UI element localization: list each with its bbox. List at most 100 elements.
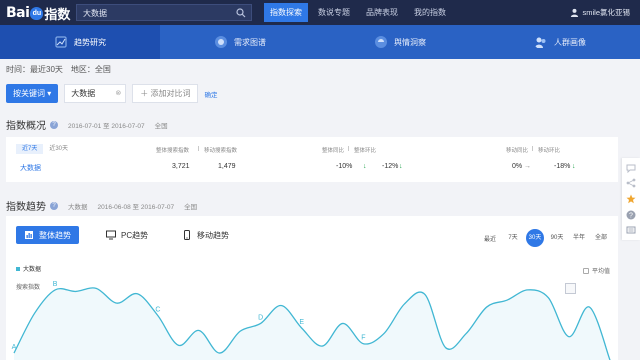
range-recent: 最近 <box>483 236 496 243</box>
point-label-F: F <box>361 335 365 342</box>
series-area <box>14 287 610 360</box>
tab-demand-graph[interactable]: 需求图谱 <box>160 25 320 59</box>
by-keyword-button[interactable]: 按关键词 ▾ <box>6 84 59 103</box>
overall-index-value: 3,721 <box>172 163 190 170</box>
user-name: smile氯化亚锡 <box>582 8 630 17</box>
tab-label: 需求图谱 <box>234 37 266 47</box>
demand-graph-icon <box>215 36 227 48</box>
tab-trend-research[interactable]: 趋势研究 <box>0 25 160 59</box>
logo-index: 指数 <box>44 6 71 22</box>
point-label-E: E <box>299 319 304 326</box>
overview-title: 指数概况 <box>6 121 46 132</box>
chat-icon[interactable] <box>626 163 636 173</box>
checkbox[interactable] <box>582 267 589 274</box>
average-label: 平均值 <box>591 269 610 275</box>
range-selector: 最近 7天 30天 90天 半年 全部 <box>484 229 610 247</box>
keyword-row: 按关键词 ▾ 大数据 ⊗ ＋ 添加对比词 确定 <box>6 84 217 103</box>
logo-paw: du <box>30 6 44 20</box>
module-tabs: 趋势研究 需求图谱 舆情洞察 人群画像 <box>0 25 640 59</box>
point-label-A: A <box>12 344 17 351</box>
header-sep: | <box>532 146 534 152</box>
confirm-button[interactable]: 确定 <box>204 89 217 99</box>
header-yoy-overall: 整体同比 <box>322 148 345 154</box>
tab-audience[interactable]: 人群画像 <box>480 25 640 59</box>
series-layer <box>13 287 611 360</box>
region-filter[interactable]: 地区：全国 <box>71 64 111 75</box>
overview-card: 近7天 近30天 整体搜索指数 | 移动搜索指数 整体同比 | 整体环比 移动同… <box>6 137 618 182</box>
nav-brand[interactable]: 品牌表现 <box>360 3 404 22</box>
down-arrow-icon: ↓ <box>572 163 576 170</box>
logo-bai: Bai <box>6 5 30 21</box>
legend-swatch <box>16 266 20 271</box>
filters: 时间：最近30天 地区：全国 <box>6 64 111 75</box>
range-30d[interactable]: 30天 <box>526 229 544 247</box>
trend-date: 2016-06-08 至 2016-07-07 <box>97 203 175 211</box>
nav-my-index[interactable]: 我的指数 <box>408 3 452 22</box>
help-icon[interactable]: ? <box>626 210 636 220</box>
tab-label: PC趋势 <box>121 230 149 240</box>
overview-date: 2016-07-01 至 2016-07-07 <box>68 122 145 130</box>
search-input[interactable] <box>83 7 228 19</box>
overview-keyword[interactable]: 大数据 <box>20 163 41 173</box>
user-menu[interactable]: smile氯化亚锡 <box>570 7 630 18</box>
audience-icon <box>535 37 546 48</box>
tab-30-days[interactable]: 近30天 <box>43 144 74 154</box>
down-arrow-icon: ↓ <box>363 163 367 170</box>
header-mom-mobile: 移动环比 <box>538 148 561 154</box>
mom-overall-value: -12% <box>382 163 399 170</box>
star-icon[interactable] <box>626 194 636 204</box>
trend-icon <box>55 36 67 48</box>
tab-pc-trend[interactable]: PC趋势 <box>98 226 156 244</box>
keyword-chip-label: 大数据 <box>71 89 96 98</box>
trend-title: 指数趋势 <box>6 202 46 213</box>
comment-icon[interactable] <box>626 225 636 235</box>
tab-label: 趋势研究 <box>74 37 106 47</box>
sentiment-icon <box>375 36 387 48</box>
share-icon[interactable] <box>626 178 636 188</box>
range-all[interactable]: 全部 <box>592 229 610 247</box>
yoy-mobile-value: 0% <box>512 163 523 170</box>
help-icon[interactable]: ? <box>50 120 58 129</box>
tab-label: 人群画像 <box>554 37 586 47</box>
tab-mobile-trend[interactable]: 移动趋势 <box>174 226 237 244</box>
time-filter[interactable]: 时间：最近30天 <box>6 64 63 75</box>
point-label-D: D <box>258 314 263 321</box>
overview-heading: 指数概况 ? 2016-07-01 至 2016-07-07 全国 <box>6 117 168 132</box>
tab-sentiment[interactable]: 舆情洞察 <box>320 25 480 59</box>
header-overall: 整体搜索指数 <box>156 148 190 154</box>
help-icon[interactable]: ? <box>50 201 58 210</box>
trend-card: 整体趋势 PC趋势 移动趋势 最近 7天 30天 90天 半年 全部 大数据 搜… <box>6 216 618 360</box>
range-half-year[interactable]: 半年 <box>570 229 588 247</box>
trend-chart[interactable]: A B C D E F <box>6 276 618 360</box>
nav-topics[interactable]: 数说专题 <box>312 3 356 22</box>
average-toggle[interactable]: 平均值 <box>582 266 610 275</box>
search-icon[interactable] <box>236 8 246 18</box>
trend-keyword: 大数据 <box>68 203 88 211</box>
baidu-index-logo[interactable]: Bai du 指数 <box>6 4 70 22</box>
range-90d[interactable]: 90天 <box>548 229 566 247</box>
trend-heading: 指数趋势 ? 大数据 2016-06-08 至 2016-07-07 全国 <box>6 198 197 213</box>
overview-tabs: 近7天 近30天 <box>16 144 74 154</box>
main-nav: 指数探索 数说专题 品牌表现 我的指数 <box>264 3 456 22</box>
close-icon[interactable]: ⊗ <box>115 85 121 102</box>
nav-explore[interactable]: 指数探索 <box>264 3 308 22</box>
tab-overall-trend[interactable]: 整体趋势 <box>16 226 79 244</box>
yoy-overall-value: -10% <box>336 163 353 170</box>
chart-icon <box>25 231 33 239</box>
search-box <box>76 4 252 21</box>
overview-region: 全国 <box>154 122 168 130</box>
flat-arrow-icon: → <box>524 163 531 170</box>
keyword-chip[interactable]: 大数据 ⊗ <box>64 84 127 103</box>
down-arrow-icon: ↓ <box>399 163 403 170</box>
chart-legend[interactable]: 大数据 <box>16 264 41 273</box>
tab-label: 舆情洞察 <box>394 37 426 47</box>
range-7d[interactable]: 7天 <box>504 229 522 247</box>
tab-7-days[interactable]: 近7天 <box>16 144 44 154</box>
monitor-icon <box>106 230 116 240</box>
legend-label: 大数据 <box>23 267 42 273</box>
mom-mobile-value: -18% <box>554 163 571 170</box>
point-label-C: C <box>155 307 160 314</box>
add-compare-button[interactable]: ＋ 添加对比词 <box>132 84 199 103</box>
header-sep: | <box>348 146 350 152</box>
mobile-index-value: 1,479 <box>218 163 236 170</box>
